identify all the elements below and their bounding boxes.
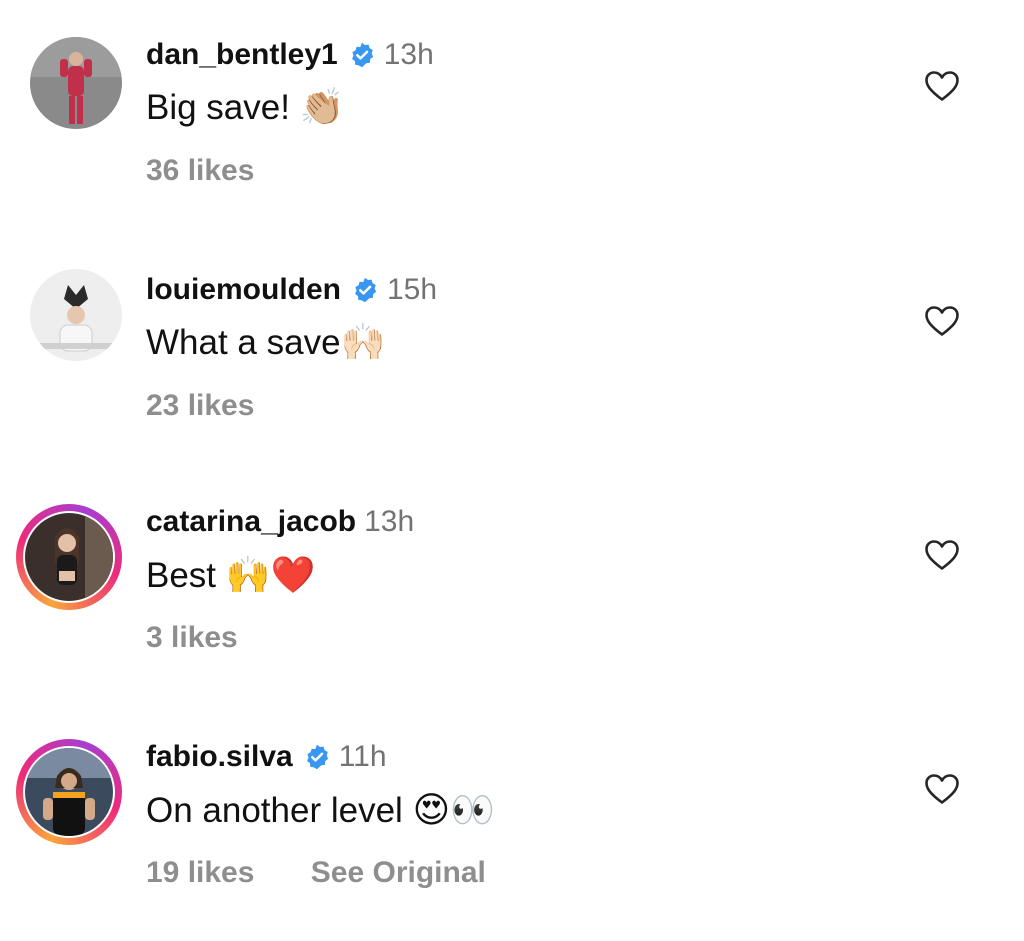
comment-item: dan_bentley1 13h Big save! 👏🏼 36 likes <box>0 0 1024 200</box>
comment-meta: 19 likes See Original <box>146 855 486 891</box>
avatar <box>25 513 113 601</box>
username[interactable]: dan_bentley1 <box>146 37 338 73</box>
comment-item: catarina_jacob 13h Best 🙌❤️ 3 likes <box>0 468 1024 668</box>
comment-meta: 23 likes <box>146 388 254 424</box>
comment-header: louiemoulden 15h <box>146 272 437 308</box>
raising-hands-emoji: 🙌🏻 <box>340 322 386 363</box>
comment-timestamp: 11h <box>338 740 387 773</box>
comment-item: fabio.silva 11h On another level 😍👀 19 l… <box>0 703 1024 903</box>
comment-item: louiemoulden 15h What a save🙌🏻 23 likes <box>0 235 1024 435</box>
username[interactable]: fabio.silva <box>146 739 293 775</box>
likes-count[interactable]: 19 likes <box>146 856 254 889</box>
comment-meta: 3 likes <box>146 620 238 656</box>
comment-text: Big save! 👏🏼 <box>146 86 345 130</box>
comment-timestamp: 13h <box>383 38 434 71</box>
avatar-story-ring[interactable] <box>16 739 122 845</box>
comment-timestamp: 13h <box>364 505 415 538</box>
comment-timestamp: 15h <box>387 273 438 306</box>
heart-outline-icon[interactable] <box>924 305 960 337</box>
avatar <box>25 748 113 836</box>
comment-header: catarina_jacob 13h <box>146 504 414 540</box>
avatar[interactable] <box>30 269 122 361</box>
likes-count[interactable]: 23 likes <box>146 389 254 422</box>
comment-body: Best <box>146 556 217 595</box>
comment-meta: 36 likes <box>146 153 254 189</box>
heart-eyes-emoji: 😍👀 <box>412 790 495 831</box>
verified-badge-icon <box>355 277 377 303</box>
comment-body: Big save! <box>146 88 290 127</box>
comment-body: What a save <box>146 323 341 362</box>
clapping-hands-emoji: 👏🏼 <box>299 87 345 128</box>
comment-header: fabio.silva 11h <box>146 739 387 775</box>
verified-badge-icon <box>306 744 328 770</box>
comment-text: Best 🙌❤️ <box>146 554 315 598</box>
heart-outline-icon[interactable] <box>924 539 960 571</box>
comment-body: On another level <box>146 791 403 830</box>
see-original-link[interactable]: See Original <box>311 856 486 889</box>
heart-outline-icon[interactable] <box>924 773 960 805</box>
likes-count[interactable]: 3 likes <box>146 621 238 654</box>
raising-hands-heart-emoji: 🙌❤️ <box>225 555 316 596</box>
comment-header: dan_bentley1 13h <box>146 37 434 73</box>
verified-badge-icon <box>351 42 373 68</box>
avatar[interactable] <box>30 37 122 129</box>
avatar-story-ring[interactable] <box>16 504 122 610</box>
comment-text: What a save🙌🏻 <box>146 321 385 365</box>
comment-text: On another level 😍👀 <box>146 789 495 833</box>
username[interactable]: catarina_jacob <box>146 504 356 540</box>
username[interactable]: louiemoulden <box>146 272 341 308</box>
heart-outline-icon[interactable] <box>924 70 960 102</box>
likes-count[interactable]: 36 likes <box>146 154 254 187</box>
